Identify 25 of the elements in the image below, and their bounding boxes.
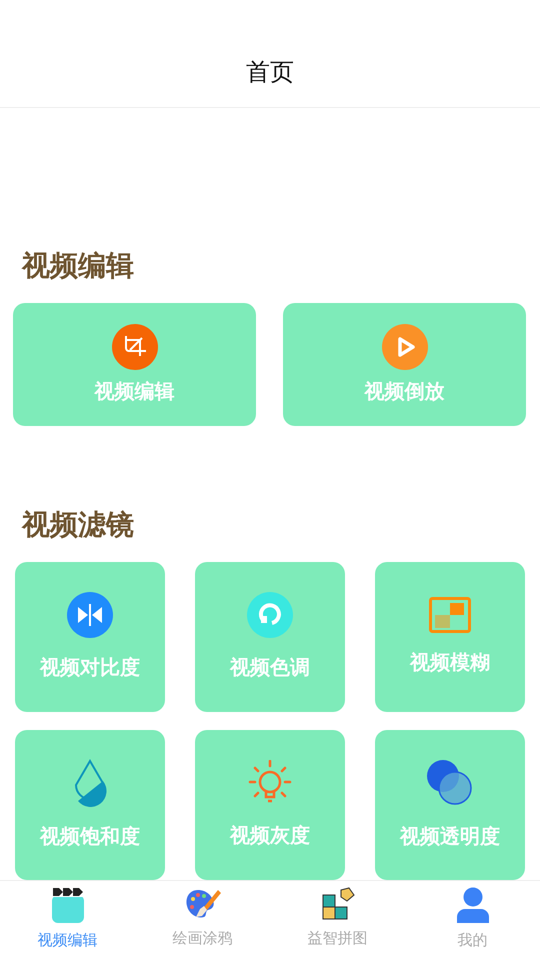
feature-button[interactable]: 视频编辑 [13, 303, 256, 426]
section-title: 视频编辑 [20, 248, 135, 284]
page-title: 首页 [246, 58, 294, 86]
play-icon [382, 324, 428, 370]
clapperboard-icon [50, 887, 84, 923]
filter-button[interactable]: 视频对比度 [15, 562, 165, 712]
person-icon [456, 887, 490, 923]
tab[interactable]: 绘画涂鸦 [135, 881, 270, 960]
tab[interactable]: 我的 [405, 881, 540, 960]
tab[interactable]: 视频编辑 [0, 881, 135, 960]
blur-icon [429, 597, 471, 633]
feature-button[interactable]: 视频倒放 [283, 303, 526, 426]
filter-button[interactable]: 视频色调 [195, 562, 345, 712]
contrast-icon [67, 592, 113, 638]
puzzle-icon [320, 887, 354, 921]
crop-icon [112, 324, 158, 370]
rotate-icon [247, 592, 293, 638]
filter-button[interactable]: 视频饱和度 [15, 730, 165, 880]
overlap-circles-icon [426, 759, 474, 807]
filter-button[interactable]: 视频灰度 [195, 730, 345, 880]
filter-button[interactable]: 视频模糊 [375, 562, 525, 712]
tab[interactable]: 益智拼图 [270, 881, 405, 960]
filter-button[interactable]: 视频透明度 [375, 730, 525, 880]
droplet-icon [72, 759, 108, 807]
section-title: 视频滤镜 [20, 507, 135, 543]
